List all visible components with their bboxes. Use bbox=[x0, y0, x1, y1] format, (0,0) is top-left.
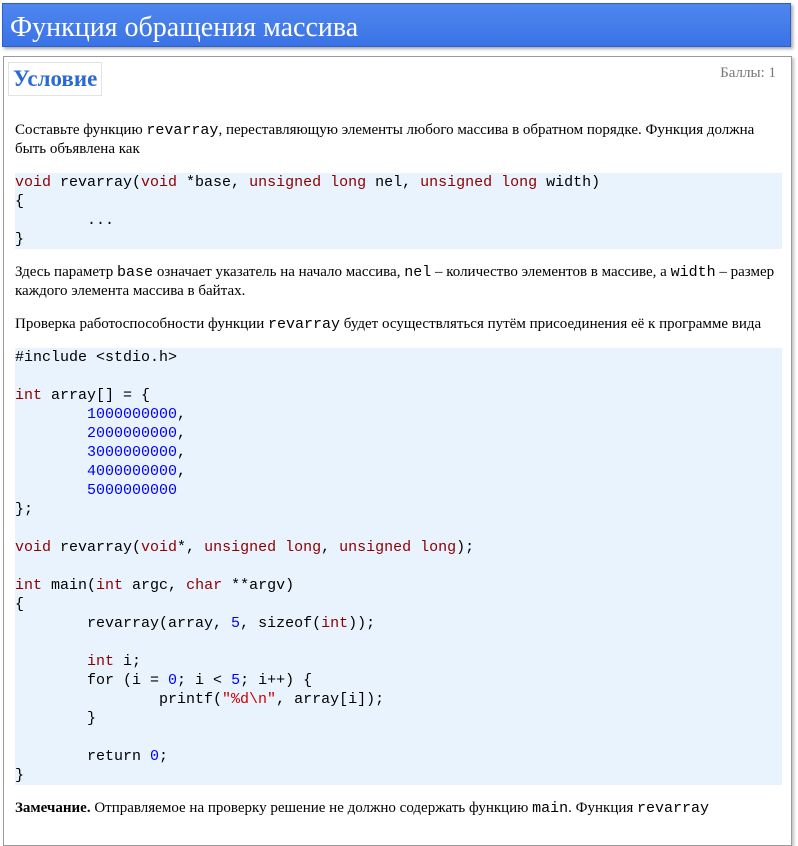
paragraph-check: Проверка работоспособности функции revar… bbox=[15, 316, 762, 333]
page-title: Функция обращения массива bbox=[10, 12, 359, 43]
condition-panel: Условие Баллы: 1 Составьте функцию revar… bbox=[3, 56, 792, 846]
page-title-bar: Функция обращения массива bbox=[2, 3, 791, 47]
code-block-program: #include <stdio.h> int array[] = { 100000… bbox=[15, 348, 782, 785]
paragraph-note: Замечание. Отправляемое на проверку реше… bbox=[15, 800, 710, 817]
code-block-declaration: void revarray(void *base, unsigned long … bbox=[15, 173, 782, 249]
paragraph-params: Здесь параметр base означает указатель н… bbox=[15, 264, 775, 299]
condition-header: Условие bbox=[8, 62, 103, 96]
condition-label: Условие bbox=[13, 66, 98, 91]
score-label: Баллы: 1 bbox=[720, 65, 776, 81]
paragraph-intro: Составьте функцию revarray, переставляющ… bbox=[15, 122, 755, 157]
problem-statement: Составьте функцию revarray, переставляющ… bbox=[15, 121, 782, 832]
